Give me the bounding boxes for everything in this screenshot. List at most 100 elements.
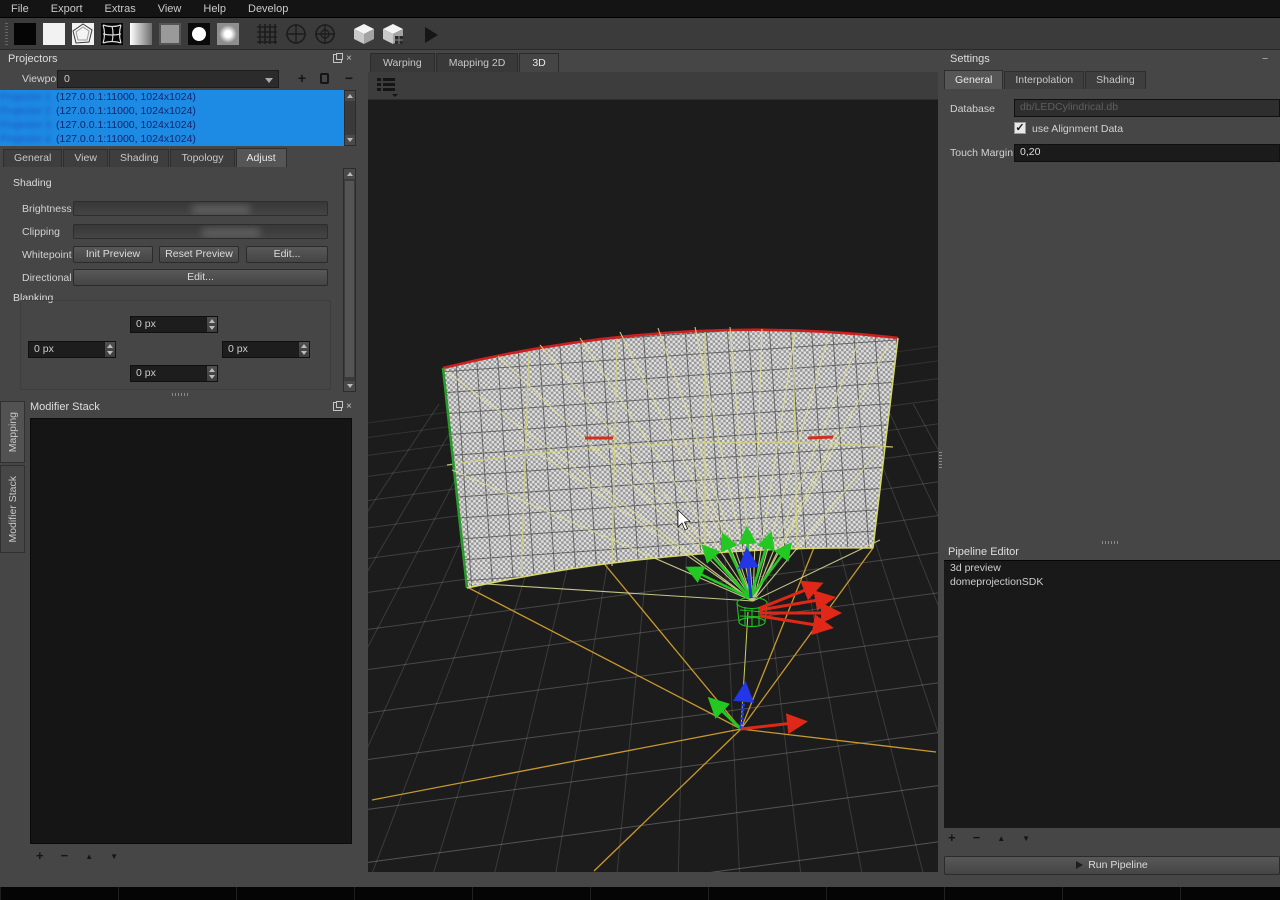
tab-shading[interactable]: Shading: [109, 149, 170, 167]
spin-down-icon[interactable]: [107, 351, 113, 355]
adjust-panel-scrollbar[interactable]: [343, 168, 356, 392]
run-pipeline-button[interactable]: Run Pipeline: [944, 856, 1280, 875]
add-viewpoint-button[interactable]: +: [293, 70, 311, 88]
side-tab-mapping[interactable]: Mapping: [0, 401, 25, 463]
tab-3d[interactable]: 3D: [519, 53, 558, 72]
touch-margin-label: Touch Margin: [950, 147, 1013, 159]
float-panel-icon[interactable]: [333, 402, 342, 411]
projector-list-scrollbar[interactable]: [344, 90, 356, 146]
blanking-right-spinner[interactable]: 0 px: [222, 341, 310, 358]
display-options-icon[interactable]: [376, 77, 400, 97]
menu-extras[interactable]: Extras: [94, 0, 147, 18]
projector-list-item[interactable]: Projector 1(127.0.0.1:11000, 1024x1024): [0, 90, 344, 104]
gray-test-pattern-icon[interactable]: [159, 23, 181, 45]
settings-tab-shading[interactable]: Shading: [1085, 71, 1146, 89]
spin-up-icon[interactable]: [107, 344, 113, 348]
splitter-handle: [939, 452, 942, 468]
black-test-pattern-icon[interactable]: [14, 23, 36, 45]
database-field[interactable]: db/LEDCylindrical.db: [1014, 99, 1280, 117]
scrollbar-thumb[interactable]: [345, 181, 354, 377]
move-up-button[interactable]: ▲: [85, 849, 93, 865]
crosshair-overlay-icon[interactable]: [285, 23, 307, 45]
menu-help[interactable]: Help: [192, 0, 237, 18]
play-icon: [1076, 861, 1083, 869]
projector-list-item[interactable]: Projector 2(127.0.0.1:11000, 1024x1024): [0, 104, 344, 118]
tab-mapping-2d[interactable]: Mapping 2D: [436, 53, 519, 72]
settings-tab-interpolation[interactable]: Interpolation: [1004, 71, 1084, 89]
blanking-top-spinner[interactable]: 0 px: [130, 316, 218, 333]
float-panel-icon[interactable]: [333, 54, 342, 63]
menu-view[interactable]: View: [147, 0, 193, 18]
side-tab-modifier-stack[interactable]: Modifier Stack: [0, 465, 25, 553]
close-panel-icon[interactable]: ×: [346, 402, 352, 411]
spin-up-icon[interactable]: [301, 344, 307, 348]
pipeline-move-up-button[interactable]: ▲: [997, 831, 1005, 847]
crosshair-rings-overlay-icon[interactable]: [314, 23, 336, 45]
scroll-down-icon: [347, 138, 353, 142]
projector-list-item[interactable]: Projector 4(127.0.0.1:11000, 1024x1024): [0, 132, 344, 146]
blanking-left-spinner[interactable]: 0 px: [28, 341, 116, 358]
menu-develop[interactable]: Develop: [237, 0, 299, 18]
close-panel-icon[interactable]: ×: [346, 54, 352, 63]
spin-down-icon[interactable]: [209, 326, 215, 330]
pipeline-item[interactable]: 3d preview: [944, 561, 1280, 575]
pipeline-item[interactable]: domeprojectionSDK: [944, 575, 1280, 589]
modifier-stack-list[interactable]: [30, 418, 352, 844]
gradient-test-pattern-icon[interactable]: [130, 23, 152, 45]
projector-detail: (127.0.0.1:11000, 1024x1024): [56, 105, 196, 117]
cube-textured-view-icon[interactable]: [382, 23, 404, 45]
settings-tab-general[interactable]: General: [944, 70, 1003, 89]
panel-handle-icon[interactable]: −: [1262, 53, 1268, 65]
duplicate-viewpoint-button[interactable]: [316, 70, 334, 88]
panel-splitter-handle[interactable]: [172, 393, 190, 396]
pipeline-list[interactable]: 3d preview domeprojectionSDK: [944, 560, 1280, 828]
tab-view[interactable]: View: [63, 149, 108, 167]
axis-red: [741, 722, 802, 729]
circle-test-pattern-icon[interactable]: [188, 23, 210, 45]
tab-warping[interactable]: Warping: [370, 53, 435, 72]
play-icon[interactable]: [425, 27, 438, 43]
viewpoint-select[interactable]: 0: [57, 70, 279, 88]
menu-file[interactable]: File: [0, 0, 40, 18]
spin-up-icon[interactable]: [209, 319, 215, 323]
projector-list-item[interactable]: Projector 3(127.0.0.1:11000, 1024x1024): [0, 118, 344, 132]
remove-pipeline-button[interactable]: −: [973, 831, 981, 847]
use-alignment-label: use Alignment Data: [1032, 123, 1123, 135]
toolbar-drag-handle[interactable]: [5, 23, 8, 45]
directional-label: Directional: [22, 272, 72, 284]
add-modifier-button[interactable]: +: [36, 849, 44, 865]
warped-grid-test-pattern-icon[interactable]: [101, 23, 123, 45]
menu-bar: File Export Extras View Help Develop: [0, 0, 1280, 18]
move-down-button[interactable]: ▼: [110, 849, 118, 865]
blanking-bottom-spinner[interactable]: 0 px: [130, 365, 218, 382]
init-preview-button[interactable]: Init Preview: [73, 246, 153, 263]
tab-topology[interactable]: Topology: [170, 149, 234, 167]
white-test-pattern-icon[interactable]: [43, 23, 65, 45]
clipping-slider[interactable]: [73, 224, 328, 239]
reset-preview-button[interactable]: Reset Preview: [159, 246, 239, 263]
use-alignment-checkbox[interactable]: ✓: [1014, 122, 1026, 134]
remove-modifier-button[interactable]: −: [61, 849, 69, 865]
spin-down-icon[interactable]: [209, 375, 215, 379]
cube-view-icon[interactable]: [353, 23, 375, 45]
clipping-label: Clipping: [22, 226, 60, 238]
tab-adjust[interactable]: Adjust: [236, 148, 287, 167]
directional-edit-button[interactable]: Edit...: [73, 269, 328, 286]
shape-test-pattern-icon[interactable]: [72, 23, 94, 45]
pipeline-move-down-button[interactable]: ▼: [1022, 831, 1030, 847]
remove-viewpoint-button[interactable]: −: [340, 70, 358, 88]
brightness-slider[interactable]: [73, 201, 328, 216]
menu-export[interactable]: Export: [40, 0, 94, 18]
viewport-3d-scene[interactable]: [368, 100, 938, 872]
spin-down-icon[interactable]: [301, 351, 307, 355]
viewport-toolbar: [368, 72, 938, 100]
pipeline-splitter-handle[interactable]: [1102, 541, 1120, 544]
grid-overlay-icon[interactable]: [256, 23, 278, 45]
soft-circle-test-pattern-icon[interactable]: [217, 23, 239, 45]
spin-up-icon[interactable]: [209, 368, 215, 372]
whitepoint-edit-button[interactable]: Edit...: [246, 246, 328, 263]
tab-general[interactable]: General: [3, 149, 62, 167]
viewport-tab-bar: Warping Mapping 2D 3D: [368, 52, 938, 72]
touch-margin-field[interactable]: 0,20: [1014, 144, 1280, 162]
add-pipeline-button[interactable]: +: [948, 831, 956, 847]
